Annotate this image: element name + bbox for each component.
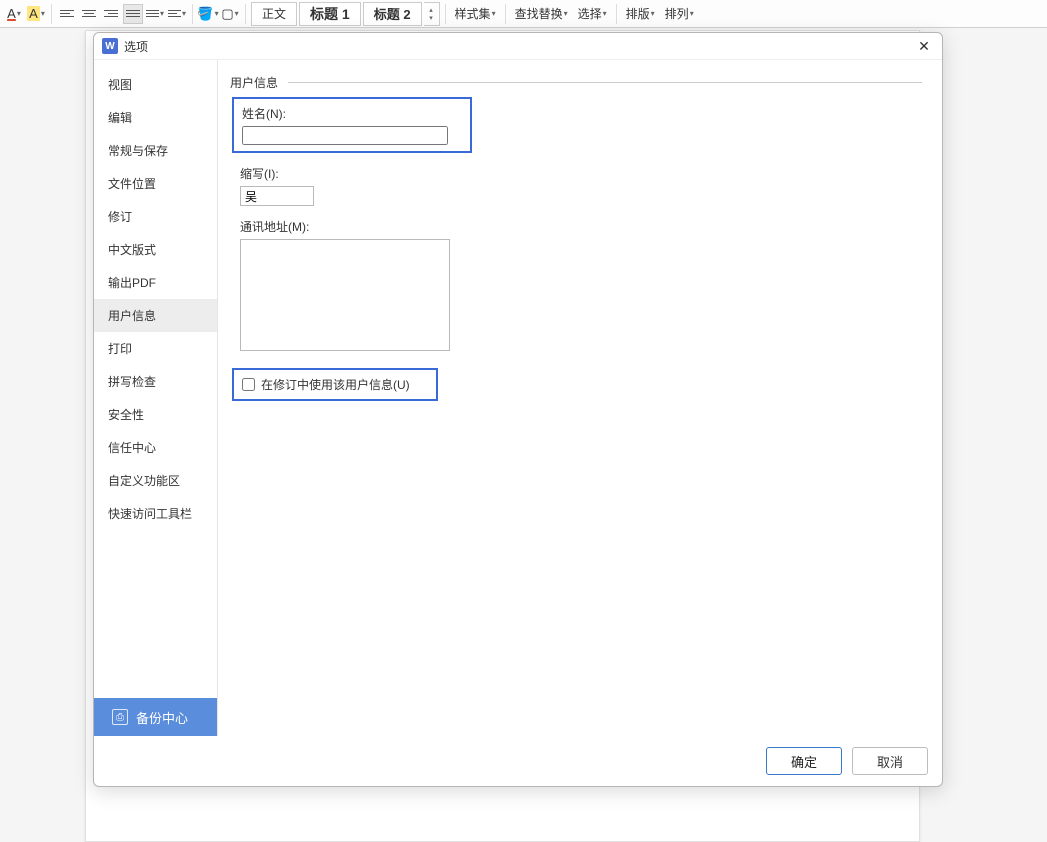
divider: [51, 4, 52, 24]
sidebar-item-quick-access[interactable]: 快速访问工具栏: [94, 497, 217, 530]
ok-button[interactable]: 确定: [766, 747, 842, 775]
sidebar-item-user-info[interactable]: 用户信息: [94, 299, 217, 332]
sidebar-item-chinese-layout[interactable]: 中文版式: [94, 233, 217, 266]
dialog-body: 视图 编辑 常规与保存 文件位置 修订 中文版式 输出PDF 用户信息 打印 拼…: [94, 59, 942, 736]
sidebar-item-security[interactable]: 安全性: [94, 398, 217, 431]
cancel-button[interactable]: 取消: [852, 747, 928, 775]
address-label: 通讯地址(M):: [240, 218, 922, 235]
app-icon: W: [102, 38, 118, 54]
layout-button[interactable]: 排版: [622, 3, 659, 25]
style-set-button[interactable]: 样式集: [451, 3, 500, 25]
style-gallery-scroll[interactable]: ▴▾: [424, 2, 440, 26]
close-button[interactable]: ✕: [914, 36, 934, 56]
sidebar-item-trust-center[interactable]: 信任中心: [94, 431, 217, 464]
dialog-titlebar: W 选项 ✕: [94, 33, 942, 59]
divider: [445, 4, 446, 24]
sidebar-item-revisions[interactable]: 修订: [94, 200, 217, 233]
style-heading2[interactable]: 标题 2: [363, 2, 422, 26]
initials-input[interactable]: [240, 186, 314, 206]
address-group: 通讯地址(M):: [240, 218, 922, 354]
initials-group: 缩写(I):: [240, 165, 922, 206]
dialog-title: 选项: [124, 38, 914, 55]
select-button[interactable]: 选择: [574, 3, 611, 25]
ribbon-toolbar: A A 🪣 ▢ 正文 标题 1 标题 2 ▴▾ 样式集 查找替换 选择 排版 排…: [0, 0, 1047, 28]
options-dialog: W 选项 ✕ 视图 编辑 常规与保存 文件位置 修订 中文版式 输出PDF 用户…: [93, 32, 943, 787]
arrange-button[interactable]: 排列: [661, 3, 698, 25]
use-in-revisions-highlight: 在修订中使用该用户信息(U): [232, 368, 438, 401]
section-title: 用户信息: [230, 76, 278, 90]
name-input[interactable]: [242, 126, 448, 145]
list-button[interactable]: [167, 4, 187, 24]
sidebar-item-view[interactable]: 视图: [94, 68, 217, 101]
divider: [616, 4, 617, 24]
style-heading1[interactable]: 标题 1: [299, 2, 361, 26]
backup-center-button[interactable]: ⎙ 备份中心: [94, 698, 217, 736]
font-color-button[interactable]: A: [4, 4, 24, 24]
sidebar-item-general-save[interactable]: 常规与保存: [94, 134, 217, 167]
find-replace-button[interactable]: 查找替换: [511, 3, 572, 25]
line-spacing-button[interactable]: [145, 4, 165, 24]
align-right-button[interactable]: [101, 4, 121, 24]
name-group-highlight: 姓名(N):: [232, 97, 472, 153]
section-header: 用户信息: [230, 74, 922, 91]
sidebar-item-file-locations[interactable]: 文件位置: [94, 167, 217, 200]
divider: [505, 4, 506, 24]
sidebar-item-output-pdf[interactable]: 输出PDF: [94, 266, 217, 299]
initials-label: 缩写(I):: [240, 165, 922, 182]
align-justify-button[interactable]: [123, 4, 143, 24]
options-content: 用户信息 姓名(N): 缩写(I): 通讯地址(M): 在修订中使用该用户信息(…: [218, 60, 942, 736]
sidebar-item-spellcheck[interactable]: 拼写检查: [94, 365, 217, 398]
backup-label: 备份中心: [136, 708, 188, 727]
sidebar-item-customize-ribbon[interactable]: 自定义功能区: [94, 464, 217, 497]
sidebar-item-print[interactable]: 打印: [94, 332, 217, 365]
divider: [245, 4, 246, 24]
backup-icon: ⎙: [112, 709, 128, 725]
borders-button[interactable]: ▢: [220, 4, 240, 24]
highlight-color-button[interactable]: A: [26, 4, 46, 24]
name-label: 姓名(N):: [242, 107, 286, 121]
divider: [192, 4, 193, 24]
use-in-revisions-checkbox[interactable]: [242, 378, 255, 391]
address-input[interactable]: [240, 239, 450, 351]
style-normal[interactable]: 正文: [251, 2, 297, 26]
dialog-footer: 确定 取消: [94, 736, 942, 786]
options-sidebar: 视图 编辑 常规与保存 文件位置 修订 中文版式 输出PDF 用户信息 打印 拼…: [94, 60, 218, 736]
sidebar-item-edit[interactable]: 编辑: [94, 101, 217, 134]
align-left-button[interactable]: [57, 4, 77, 24]
align-center-button[interactable]: [79, 4, 99, 24]
use-in-revisions-label: 在修订中使用该用户信息(U): [261, 376, 410, 393]
shading-button[interactable]: 🪣: [198, 4, 218, 24]
